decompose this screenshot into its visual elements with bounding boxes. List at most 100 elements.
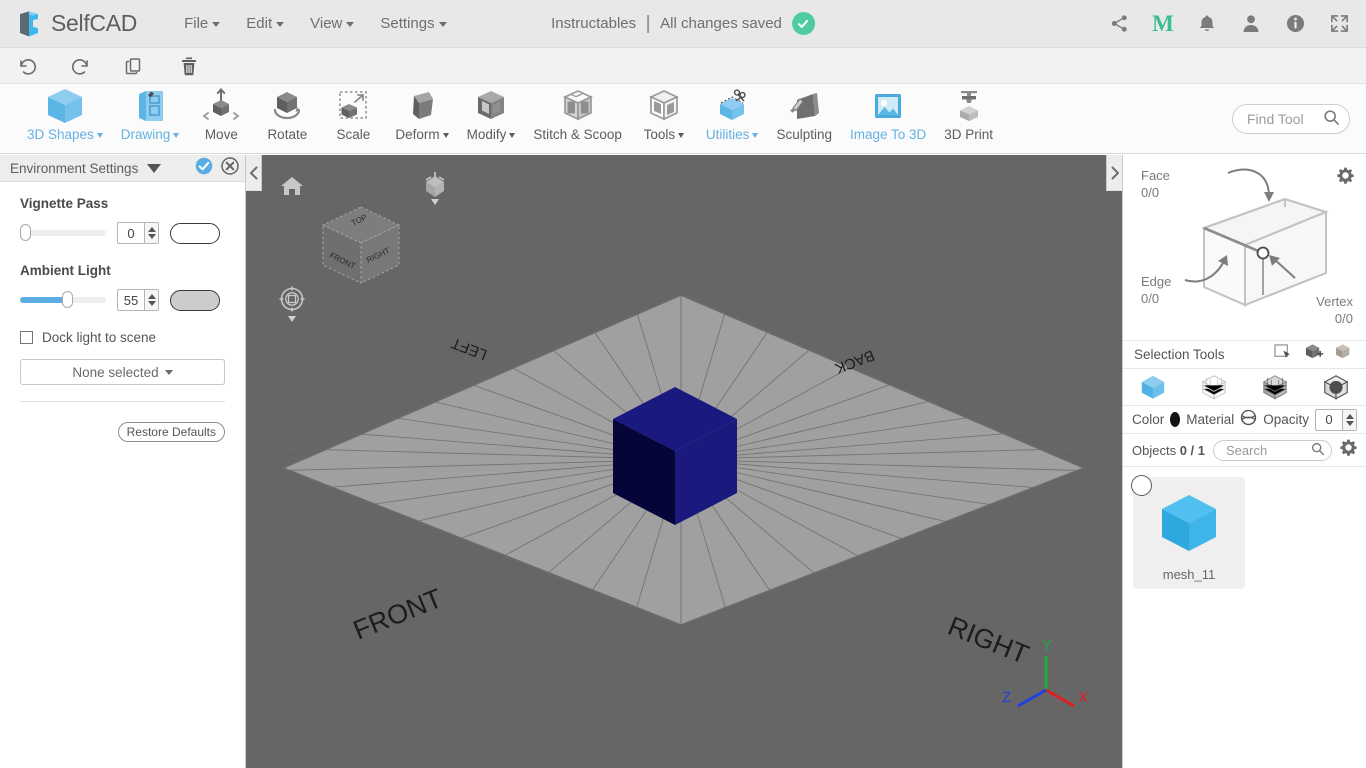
stepper-down-icon[interactable] [147,301,156,306]
selection-tools-label: Selection Tools [1134,347,1225,362]
fullscreen-icon[interactable] [1328,13,1350,35]
3d-viewport[interactable]: LEFT BACK FRONT RIGHT Y X Z TOP FRONT RI… [246,155,1122,768]
search-icon[interactable] [1311,442,1325,459]
tools-cube-icon [643,86,685,126]
tool-utilities[interactable]: Utilities [697,84,768,152]
copy-button[interactable] [108,49,162,83]
stepper-down-icon[interactable] [147,234,156,239]
undo-button[interactable] [0,49,54,83]
stepper-arrows[interactable] [144,290,158,310]
tool-drawing[interactable]: Drawing [112,84,189,152]
ambient-light-slider[interactable] [20,291,106,308]
vignette-pass-slider[interactable] [20,224,106,241]
panel-header: Environment Settings [0,155,245,182]
info-icon[interactable] [1284,13,1306,35]
edge-mode-icon[interactable] [1316,373,1356,401]
move-arrows-icon [200,86,242,126]
vertex-mode-icon[interactable] [1194,373,1234,401]
apply-check-icon[interactable] [195,157,213,180]
left-panel-collapse-button[interactable] [246,155,262,191]
dock-light-checkbox[interactable] [20,331,33,344]
snap-target-icon[interactable] [279,286,305,329]
tool-deform[interactable]: Deform [386,84,457,152]
find-tool-input[interactable]: Find Tool [1232,104,1350,134]
close-x-icon[interactable] [221,156,239,180]
vignette-pass-value[interactable]: 0 [118,223,144,243]
list-item[interactable]: mesh_11 [1131,475,1245,589]
slider-knob[interactable] [20,224,31,241]
chevron-down-icon [212,21,221,27]
tool-modify[interactable]: Modify [458,84,525,152]
grid-label-front: FRONT [349,583,446,646]
tool-sculpting[interactable]: Sculpting [767,84,841,152]
chevron-down-icon [752,132,759,138]
add-selection-icon[interactable] [1305,343,1324,366]
color-swatch[interactable] [1170,412,1181,427]
perspective-view-icon[interactable] [422,171,448,212]
home-icon[interactable] [280,175,304,202]
menu-item-settings[interactable]: Settings [367,9,459,38]
right-panel-collapse-button[interactable] [1106,155,1122,191]
menu-item-edit[interactable]: Edit [233,9,297,38]
nav-cube[interactable]: TOP FRONT RIGHT [311,195,411,300]
collapse-caret-icon[interactable] [147,163,162,173]
user-account-icon[interactable] [1240,13,1262,35]
tool-image-to-3d[interactable]: Image To 3D [841,84,935,152]
light-select-dropdown[interactable]: None selected [20,359,225,385]
restore-defaults-button[interactable]: Restore Defaults [117,422,225,442]
svg-text:Y: Y [1042,637,1052,654]
slider-knob[interactable] [62,291,73,308]
chevron-down-icon [346,21,355,27]
sculpting-chisel-icon [783,86,825,126]
tool-stitch-scoop[interactable]: Stitch & Scoop [524,84,631,152]
m-brand-icon[interactable]: M [1152,12,1174,35]
brand-logo-area[interactable]: SelfCAD [14,9,137,39]
dock-light-checkbox-row[interactable]: Dock light to scene [20,330,225,345]
stepper-down-icon[interactable] [1345,420,1354,426]
menu-item-file[interactable]: File [171,9,233,38]
tool-3d-shapes[interactable]: 3D Shapes [18,84,112,152]
ambient-color-swatch[interactable] [170,289,220,311]
tool-rotate[interactable]: Rotate [254,84,320,152]
document-status: Instructables All changes saved [551,12,815,35]
environment-settings-panel: Environment Settings Vignette Pass 0 Amb… [0,155,262,768]
opacity-value[interactable]: 0 [1316,410,1342,430]
menu-item-view[interactable]: View [297,9,367,38]
ambient-light-value[interactable]: 55 [118,290,144,310]
subtract-selection-icon[interactable] [1336,343,1355,366]
cube-thumbnail-icon [1154,477,1224,567]
tool-move[interactable]: Move [188,84,254,152]
object-select-radio[interactable] [1131,475,1152,496]
opacity-stepper[interactable]: 0 [1315,408,1357,431]
tool-3d-print[interactable]: 3D Print [935,84,1002,152]
face-mode-icon[interactable] [1255,373,1295,401]
rectangle-select-icon[interactable] [1274,343,1293,366]
document-name[interactable]: Instructables [551,15,647,32]
top-right-icons: M [1108,12,1350,35]
vignette-pass-stepper[interactable]: 0 [117,222,159,244]
redo-button[interactable] [54,49,108,83]
stepper-up-icon[interactable] [147,227,156,232]
tool-tools[interactable]: Tools [631,84,697,152]
stepper-arrows[interactable] [144,223,158,243]
divider [20,401,225,402]
selection-tools-icons [1274,343,1355,366]
delete-button[interactable] [162,49,216,83]
vignette-color-swatch[interactable] [170,222,220,244]
slider-track [20,291,106,308]
stepper-arrows[interactable] [1342,409,1356,430]
share-icon[interactable] [1108,13,1130,35]
tool-label: 3D Print [944,127,994,142]
notifications-bell-icon[interactable] [1196,13,1218,35]
objects-search-input[interactable]: Search [1213,439,1332,461]
selection-modes-row [1123,368,1366,406]
tool-label: Scale [336,127,371,142]
stepper-up-icon[interactable] [147,294,156,299]
search-icon[interactable] [1323,109,1340,129]
tool-scale[interactable]: Scale [320,84,386,152]
object-mode-icon[interactable] [1133,373,1173,401]
objects-settings-gear-icon[interactable] [1340,439,1357,461]
stepper-up-icon[interactable] [1345,413,1354,419]
ambient-light-stepper[interactable]: 55 [117,289,159,311]
material-sphere-icon[interactable] [1240,409,1257,431]
